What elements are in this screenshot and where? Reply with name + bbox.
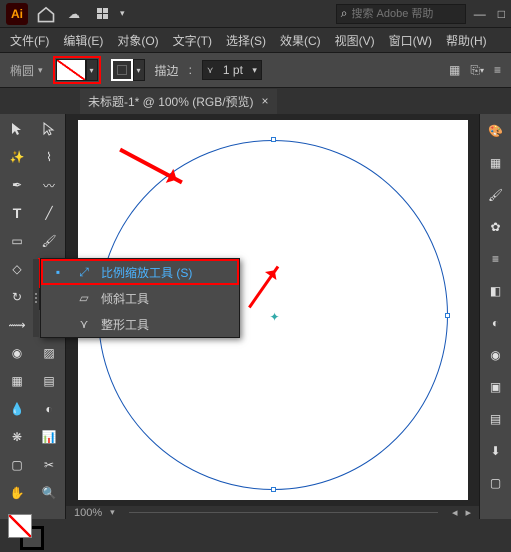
search-input[interactable] — [351, 8, 460, 20]
handle[interactable] — [271, 487, 276, 492]
document-tab[interactable]: 未标题-1* @ 100% (RGB/预览) × — [80, 89, 277, 114]
fill-stroke-selector[interactable] — [2, 512, 64, 552]
rotate-tool[interactable]: ↻ — [2, 284, 32, 310]
artboards-panel-icon[interactable]: ▢ — [487, 474, 505, 492]
chevron-down-icon[interactable]: ▾ — [110, 507, 115, 518]
search-icon: ⌕ — [341, 6, 348, 21]
menu-bar: 文件(F) 编辑(E) 对象(O) 文字(T) 选择(S) 效果(C) 视图(V… — [0, 28, 511, 52]
menu-window[interactable]: 窗口(W) — [385, 30, 436, 51]
pen-tool[interactable]: ✒ — [2, 172, 32, 198]
gradient-panel-icon[interactable]: ◧ — [487, 282, 505, 300]
paintbrush-tool[interactable]: 🖌 — [34, 228, 64, 254]
graph-tool[interactable]: 📊 — [34, 424, 64, 450]
graphic-styles-panel-icon[interactable]: ▣ — [487, 378, 505, 396]
right-panel-dock: 🎨 ▦ 🖌 ✿ ≡ ◧ ◐ ◉ ▣ ▤ ⬇ ▢ — [479, 114, 511, 519]
menu-help[interactable]: 帮助(H) — [442, 30, 491, 51]
reshape-icon: ⋎ — [75, 317, 93, 331]
search-box[interactable]: ⌕ — [336, 4, 466, 24]
stroke-swatch[interactable] — [111, 59, 133, 81]
menu-edit[interactable]: 编辑(E) — [59, 30, 107, 51]
hand-tool[interactable]: ✋ — [2, 480, 32, 506]
zoom-tool[interactable]: 🔍 — [34, 480, 64, 506]
tool-flyout-menu: ▪ ⤢ 比例缩放工具 (S) ▱ 倾斜工具 ⋎ 整形工具 — [40, 258, 240, 338]
flyout-item-shear[interactable]: ▱ 倾斜工具 — [41, 285, 239, 311]
rectangle-tool[interactable]: ▭ — [2, 228, 32, 254]
shaper-tool[interactable]: ◇ — [2, 256, 32, 282]
type-tool[interactable]: T — [2, 200, 32, 226]
flyout-grip[interactable] — [33, 259, 39, 337]
chevron-down-icon[interactable]: ▾ — [86, 59, 98, 81]
chevron-down-icon[interactable]: ▾ — [120, 8, 125, 19]
stroke-weight-input[interactable]: ⋎ 1 pt ▾ — [202, 60, 262, 80]
menu-select[interactable]: 选择(S) — [222, 30, 270, 51]
line-tool[interactable]: ╱ — [34, 200, 64, 226]
eyedropper-tool[interactable]: 💧 — [2, 396, 32, 422]
curvature-tool[interactable]: 〰 — [34, 172, 64, 198]
align-panel-icon[interactable]: ▦ — [449, 63, 460, 77]
blend-tool[interactable]: ◐ — [34, 396, 64, 422]
nav-left-icon[interactable]: ◂ — [452, 506, 458, 519]
fill-selector[interactable]: ▾ — [53, 56, 101, 84]
stroke-panel-icon[interactable]: ≡ — [487, 250, 505, 268]
home-icon[interactable] — [36, 4, 56, 24]
close-icon[interactable]: × — [262, 94, 269, 108]
gradient-tool[interactable]: ▤ — [34, 368, 64, 394]
minimize-button[interactable]: — — [474, 7, 486, 21]
transform-panel-icon[interactable]: ⎘▾ — [470, 63, 484, 78]
title-bar: Ai ☁ ▾ ⌕ — □ — [0, 0, 511, 28]
color-panel-icon[interactable]: 🎨 — [487, 122, 505, 140]
scale-icon: ⤢ — [75, 265, 93, 280]
dot-icon: ▪ — [49, 265, 67, 279]
tab-title: 未标题-1* @ 100% (RGB/预览) — [88, 93, 254, 110]
slice-tool[interactable]: ✂ — [34, 452, 64, 478]
control-bar: 椭圆▾ ▾ ▾ 描边: ⋎ 1 pt ▾ ▦ ⎘▾ ≡ — [0, 52, 511, 88]
brushes-panel-icon[interactable]: 🖌 — [487, 186, 505, 204]
symbols-panel-icon[interactable]: ✿ — [487, 218, 505, 236]
more-options-icon[interactable]: ≡ — [494, 63, 501, 77]
symbol-sprayer-tool[interactable]: ❋ — [2, 424, 32, 450]
asset-export-panel-icon[interactable]: ⬇ — [487, 442, 505, 460]
flyout-item-reshape[interactable]: ⋎ 整形工具 — [41, 311, 239, 337]
direct-selection-tool[interactable] — [34, 116, 64, 142]
layers-panel-icon[interactable]: ▤ — [487, 410, 505, 428]
menu-effect[interactable]: 效果(C) — [276, 30, 325, 51]
selection-tool[interactable] — [2, 116, 32, 142]
menu-type[interactable]: 文字(T) — [169, 30, 216, 51]
center-point-icon: ✦ — [270, 310, 280, 324]
cloud-icon[interactable]: ☁ — [64, 4, 84, 24]
stroke-label: 描边 — [155, 62, 179, 79]
menu-object[interactable]: 对象(O) — [113, 30, 162, 51]
perspective-tool[interactable]: ▨ — [34, 340, 64, 366]
swatches-panel-icon[interactable]: ▦ — [487, 154, 505, 172]
handle[interactable] — [271, 137, 276, 142]
selection-type-label: 椭圆▾ — [10, 62, 43, 79]
maximize-button[interactable]: □ — [498, 7, 505, 21]
mesh-tool[interactable]: ▦ — [2, 368, 32, 394]
artboard-tool[interactable]: ▢ — [2, 452, 32, 478]
layout-switch-icon[interactable] — [92, 4, 112, 24]
fill-none-icon — [56, 59, 86, 81]
flyout-item-scale[interactable]: ▪ ⤢ 比例缩放工具 (S) — [41, 259, 239, 285]
magic-wand-tool[interactable]: ✨ — [2, 144, 32, 170]
shear-icon: ▱ — [75, 291, 93, 305]
chevron-down-icon[interactable]: ▾ — [133, 59, 145, 81]
handle[interactable] — [445, 313, 450, 318]
width-tool[interactable]: ⟿ — [2, 312, 32, 338]
nav-right-icon[interactable]: ▸ — [465, 506, 471, 519]
zoom-level[interactable]: 100% — [74, 507, 102, 519]
transparency-panel-icon[interactable]: ◐ — [487, 314, 505, 332]
appearance-panel-icon[interactable]: ◉ — [487, 346, 505, 364]
menu-file[interactable]: 文件(F) — [6, 30, 53, 51]
app-logo: Ai — [6, 3, 28, 25]
lasso-tool[interactable]: ⌇ — [34, 144, 64, 170]
status-bar: 100% ▾ ◂ ▸ — [66, 506, 479, 519]
menu-view[interactable]: 视图(V) — [331, 30, 379, 51]
shape-builder-tool[interactable]: ◉ — [2, 340, 32, 366]
tab-bar: 未标题-1* @ 100% (RGB/预览) × — [0, 88, 511, 114]
fill-indicator[interactable] — [8, 514, 32, 538]
